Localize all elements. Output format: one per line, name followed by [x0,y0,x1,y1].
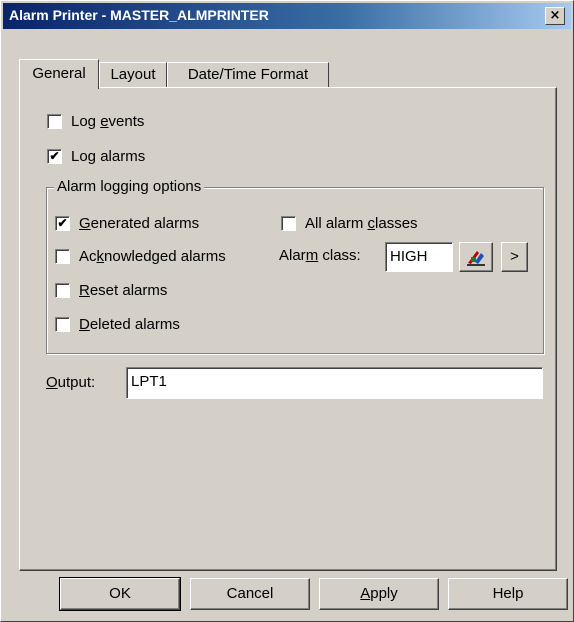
acknowledged-alarms-box[interactable] [55,248,70,264]
tab-general[interactable]: General [19,59,99,89]
all-alarm-classes-checkbox[interactable]: All alarm classes [281,213,418,233]
deleted-alarms-box[interactable] [55,316,70,332]
title-bar[interactable]: Alarm Printer - MASTER_ALMPRINTER × [3,3,571,29]
chevron-right-icon: > [510,248,519,265]
close-icon: × [549,8,561,23]
alarm-class-label: Alarm class: [279,247,361,264]
cancel-button[interactable]: Cancel [190,578,310,610]
reset-alarms-label: Reset alarms [79,281,168,299]
apply-button[interactable]: Apply [319,578,439,610]
close-button[interactable]: × [545,7,565,25]
tab-general-label: General [32,65,86,82]
alarm-class-input[interactable]: HIGH [385,242,453,272]
generated-alarms-label: Generated alarms [79,214,200,232]
tab-layout[interactable]: Layout [99,62,167,87]
all-alarm-classes-box[interactable] [281,215,296,231]
ok-button[interactable]: OK [59,577,181,611]
reset-alarms-checkbox[interactable]: Reset alarms [55,280,167,300]
deleted-alarms-checkbox[interactable]: Deleted alarms [55,314,180,334]
cancel-button-label: Cancel [226,585,274,602]
dialog-window: Alarm Printer - MASTER_ALMPRINTER × Gene… [0,0,574,622]
alarm-class-browse-button[interactable]: > [501,242,528,272]
tab-date-time-format[interactable]: Date/Time Format [167,62,329,87]
acknowledged-alarms-checkbox[interactable]: Acknowledged alarms [55,246,226,266]
output-label: Output: [46,374,96,391]
alarm-logging-options-title: Alarm logging options [54,178,205,195]
log-alarms-box[interactable]: ✔ [47,148,62,164]
tab-date-time-format-label: Date/Time Format [187,66,309,83]
window-title: Alarm Printer - MASTER_ALMPRINTER [9,7,269,23]
all-alarm-classes-label: All alarm classes [305,214,418,232]
log-events-label: Log events [71,112,145,130]
log-events-checkbox[interactable]: Log events [47,111,144,131]
generated-alarms-box[interactable]: ✔ [55,215,70,231]
generated-alarms-checkbox[interactable]: ✔ Generated alarms [55,213,199,233]
help-button-label: Help [492,585,524,602]
alarm-class-picker-icon [467,251,485,266]
ok-button-label: OK [109,585,131,602]
log-alarms-label: Log alarms [71,147,146,165]
output-input[interactable]: LPT1 [126,367,543,399]
tab-layout-label: Layout [110,66,156,83]
log-alarms-checkbox[interactable]: ✔ Log alarms [47,146,145,166]
help-button[interactable]: Help [448,578,568,610]
log-events-box[interactable] [47,113,62,129]
reset-alarms-box[interactable] [55,282,70,298]
acknowledged-alarms-label: Acknowledged alarms [79,247,226,265]
alarm-class-picker-button[interactable] [459,242,493,272]
deleted-alarms-label: Deleted alarms [79,315,180,333]
apply-button-label: Apply [360,585,398,602]
